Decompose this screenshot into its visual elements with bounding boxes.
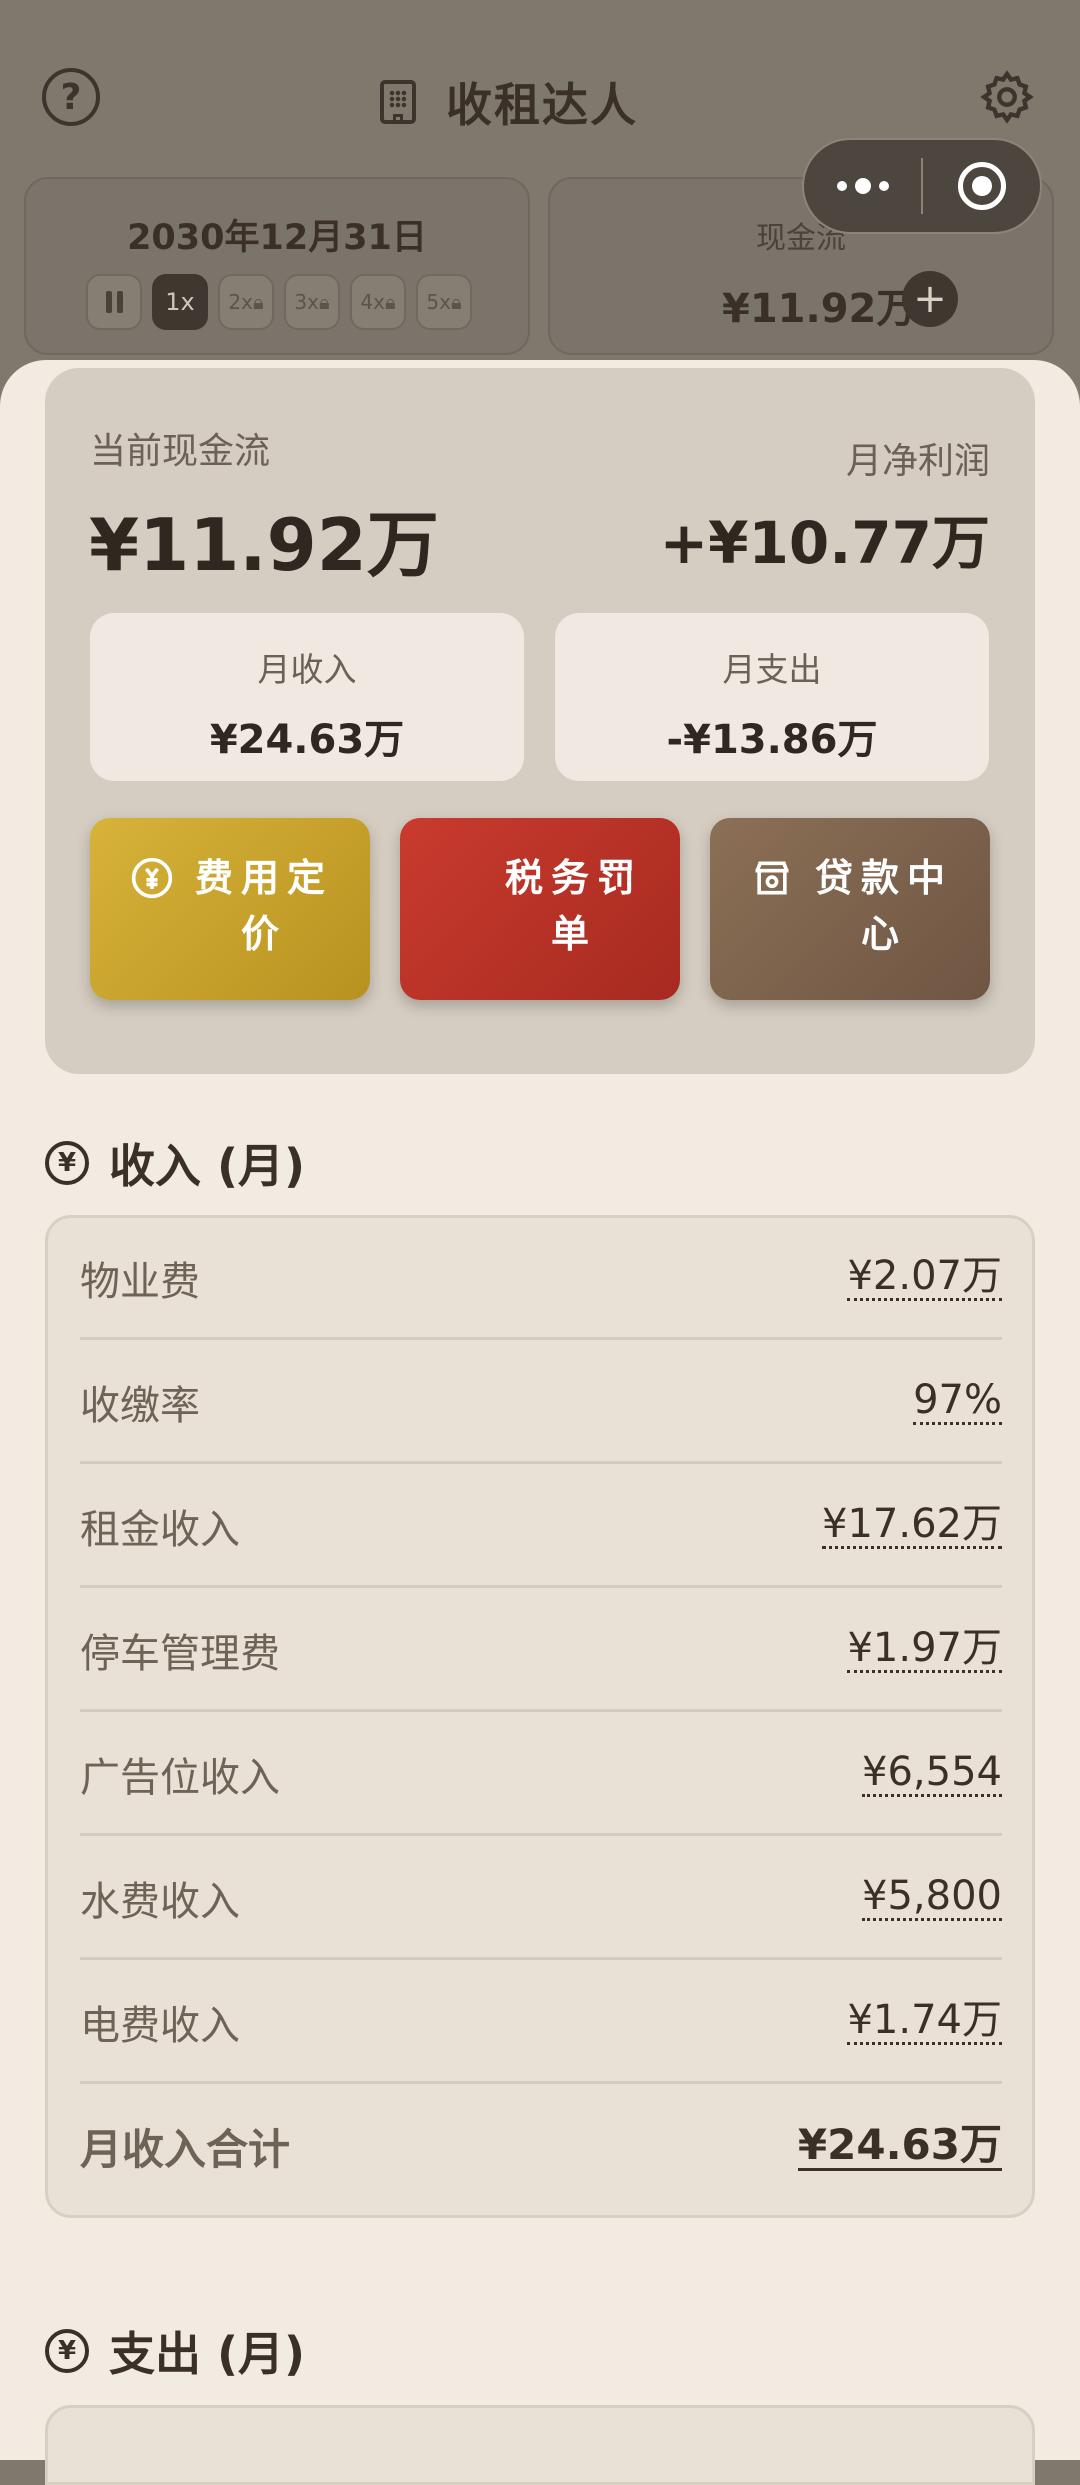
fee-pricing-button[interactable]: 费用定价	[90, 818, 370, 1000]
income-row-value[interactable]: ¥5,800	[862, 1874, 1002, 1921]
tax-ticket-label: 税务罚单	[504, 855, 643, 956]
app-title-group: 收租达人	[380, 70, 638, 134]
income-row-value[interactable]: ¥17.62万	[822, 1502, 1002, 1549]
yen-icon: ¥	[45, 1141, 89, 1185]
cash-value: ¥11.92万	[722, 286, 917, 332]
expense-section-title: 支出 (月)	[109, 2327, 306, 2381]
speed-controls: 1x 2x 🔒︎ 3x 🔒︎ 4x 🔒︎ 5x 🔒︎	[86, 274, 472, 330]
lock-icon: 🔒︎	[450, 290, 462, 314]
speed-1x-button[interactable]: 1x	[152, 274, 208, 330]
finance-sheet: 当前现金流 ¥11.92万 月净利润 +¥10.77万 月收入 ¥24.63万 …	[0, 360, 1080, 2485]
expense-table	[45, 2405, 1035, 2485]
income-total-value[interactable]: ¥24.63万	[797, 2122, 1002, 2171]
income-row-value[interactable]: ¥1.97万	[847, 1626, 1002, 1673]
income-row: 广告位收入 ¥6,554	[80, 1714, 1002, 1836]
net-profit-value: +¥10.77万	[659, 509, 990, 577]
income-row-label: 物业费	[80, 1258, 200, 1305]
income-row: 租金收入 ¥17.62万	[80, 1466, 1002, 1588]
pause-icon	[105, 291, 123, 313]
speed-label: 5x	[426, 290, 451, 314]
speed-label: 1x	[165, 288, 195, 316]
income-row-value[interactable]: ¥6,554	[862, 1750, 1002, 1797]
loan-center-button[interactable]: 贷款中心	[710, 818, 990, 1000]
speed-5x-button[interactable]: 5x 🔒︎	[416, 274, 472, 330]
speed-label: 2x	[228, 290, 253, 314]
income-total-label: 月收入合计	[80, 2125, 291, 2174]
speed-label: 4x	[360, 290, 385, 314]
income-row-label: 租金收入	[80, 1506, 240, 1553]
date-card: 2030年12月31日 1x 2x 🔒︎ 3x 🔒︎ 4x 🔒︎ 5x 🔒︎	[24, 177, 530, 355]
lock-icon: 🔒︎	[384, 290, 396, 314]
income-row-label: 广告位收入	[80, 1754, 280, 1801]
net-profit-label: 月净利润	[845, 441, 990, 482]
monthly-expense-box: 月支出 -¥13.86万	[555, 613, 989, 781]
income-section-title: 收入 (月)	[109, 1139, 306, 1193]
income-row: 电费收入 ¥1.74万	[80, 1962, 1002, 2084]
income-row: 水费收入 ¥5,800	[80, 1838, 1002, 1960]
more-icon[interactable]	[804, 178, 921, 194]
speed-4x-button[interactable]: 4x 🔒︎	[350, 274, 406, 330]
income-row-label: 收缴率	[80, 1382, 200, 1429]
store-icon	[755, 861, 789, 895]
building-icon	[380, 80, 416, 124]
income-row-value[interactable]: ¥2.07万	[847, 1254, 1002, 1301]
expense-section-header: ¥ 支出 (月)	[45, 2318, 305, 2384]
income-row-label: 水费收入	[80, 1878, 240, 1925]
income-row-label: 停车管理费	[80, 1630, 280, 1677]
add-cash-button[interactable]: +	[902, 271, 958, 327]
monthly-income-box: 月收入 ¥24.63万	[90, 613, 524, 781]
current-cashflow-label: 当前现金流	[90, 431, 271, 472]
help-icon[interactable]: ?	[42, 68, 100, 126]
income-section-header: ¥ 收入 (月)	[45, 1130, 305, 1196]
income-row-value[interactable]: ¥1.74万	[847, 1998, 1002, 2045]
income-row-value[interactable]: 97%	[913, 1378, 1002, 1425]
monthly-expense-value: -¥13.86万	[666, 717, 878, 763]
lock-icon: 🔒︎	[318, 290, 330, 314]
app-title: 收租达人	[446, 78, 638, 132]
income-row: 收缴率 97%	[80, 1342, 1002, 1464]
yen-icon: ¥	[45, 2329, 89, 2373]
game-date: 2030年12月31日	[127, 218, 427, 258]
speed-label: 3x	[294, 290, 319, 314]
monthly-expense-label: 月支出	[722, 650, 822, 689]
monthly-income-value: ¥24.63万	[209, 717, 405, 763]
tax-ticket-button[interactable]: 税务罚单	[400, 818, 680, 1000]
mini-program-capsule	[802, 138, 1042, 234]
income-total-row: 月收入合计 ¥24.63万	[80, 2116, 1002, 2177]
gear-icon[interactable]	[978, 68, 1036, 126]
income-row: 停车管理费 ¥1.97万	[80, 1590, 1002, 1712]
speed-3x-button[interactable]: 3x 🔒︎	[284, 274, 340, 330]
top-bar: ? 收租达人 2030年12月31日 1x 2x 🔒︎ 3x 🔒︎ 4x 🔒︎ 5x 🔒…	[0, 0, 1080, 370]
current-cashflow-value: ¥11.92万	[89, 503, 439, 587]
speed-2x-button[interactable]: 2x 🔒︎	[218, 274, 274, 330]
pause-button[interactable]	[86, 274, 142, 330]
income-row-label: 电费收入	[80, 2002, 240, 2049]
cashflow-summary: 当前现金流 ¥11.92万 月净利润 +¥10.77万 月收入 ¥24.63万 …	[45, 368, 1035, 1074]
close-target-icon[interactable]	[923, 162, 1040, 210]
lock-icon: 🔒︎	[252, 290, 264, 314]
yen-icon	[131, 857, 173, 899]
income-table: 物业费 ¥2.07万 收缴率 97% 租金收入 ¥17.62万 停车管理费 ¥1…	[45, 1215, 1035, 2218]
monthly-income-label: 月收入	[257, 650, 357, 689]
income-row: 物业费 ¥2.07万	[80, 1218, 1002, 1340]
